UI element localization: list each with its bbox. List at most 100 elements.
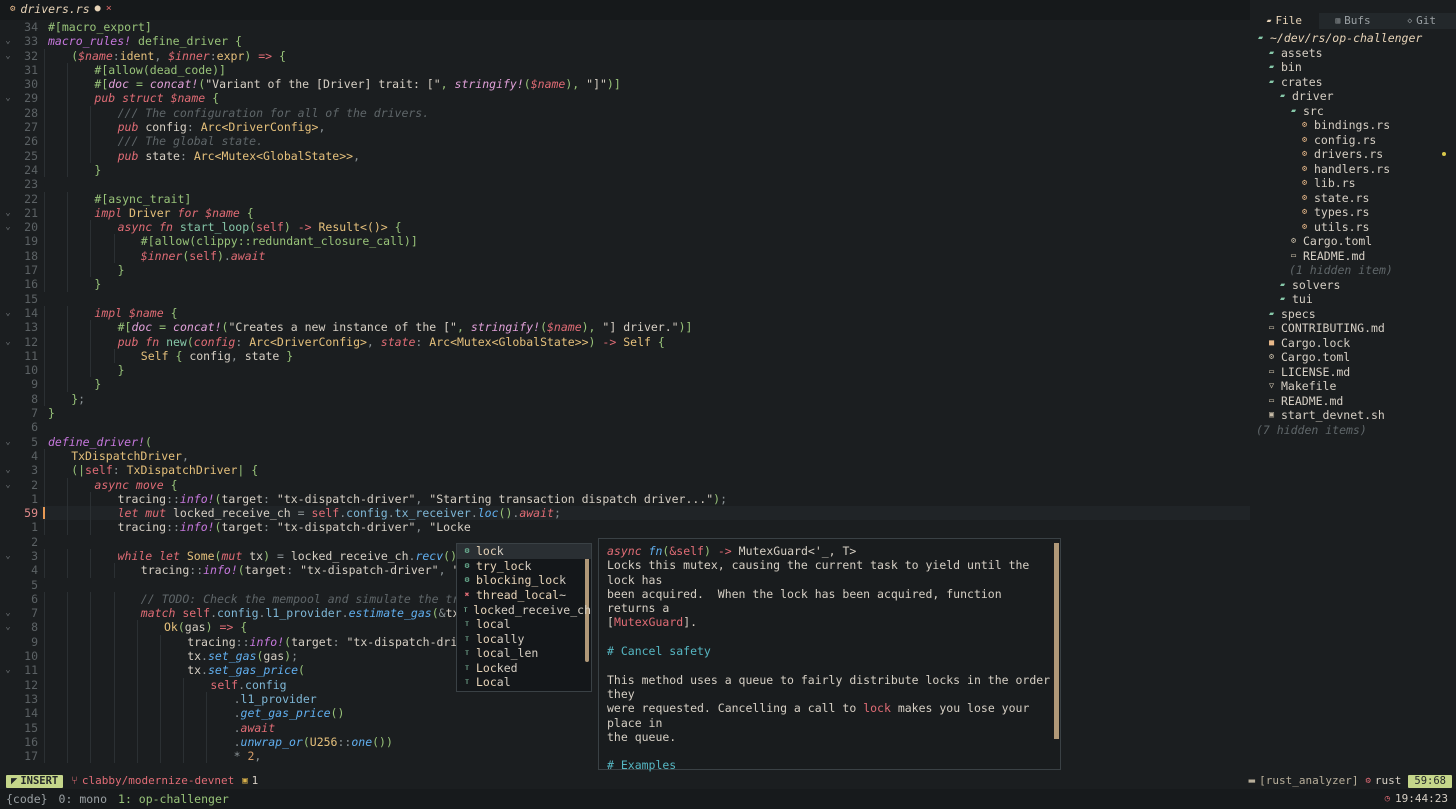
code-line[interactable]: 18 $inner(self).await xyxy=(0,248,1250,264)
file-tree-item[interactable]: ▣ start_devnet.sh xyxy=(1250,408,1456,423)
completion-item[interactable]: ᴛ Locked xyxy=(457,661,591,676)
code-line[interactable]: 27 pub config: Arc<DriverConfig>, xyxy=(0,120,1250,135)
code-line[interactable]: 31 #[allow(dead_code)] xyxy=(0,62,1250,78)
file-tree-item[interactable]: ⚙ types.rs xyxy=(1250,205,1456,220)
code-line[interactable]: 25 pub state: Arc<Mutex<GlobalState>>, xyxy=(0,148,1250,163)
code-line[interactable]: 24} xyxy=(0,162,1250,178)
code-line[interactable]: 19 #[allow(clippy::redundant_closure_call… xyxy=(0,234,1250,249)
code-line[interactable]: 22 #[async_trait] xyxy=(0,191,1250,206)
completion-item[interactable]: ᴛ local xyxy=(457,617,591,632)
code-line[interactable]: 11 Self { config, state } xyxy=(0,348,1250,364)
completion-kind-icon: ᴛ xyxy=(463,604,469,614)
line-content: /// The configuration for all of the dri… xyxy=(117,105,430,120)
explorer-tabs[interactable]: ▰ File ▥ Bufs ◇ Git xyxy=(1250,13,1456,29)
indent-guide xyxy=(67,191,69,206)
completion-item[interactable]: ✖ thread_local~ xyxy=(457,588,591,603)
completion-item[interactable]: ⚙ blocking_lock xyxy=(457,573,591,588)
indent-guide xyxy=(44,305,45,321)
file-explorer[interactable]: ▰ File ▥ Bufs ◇ Git ▰ ~/dev/rs/op-challenger ▰ a… xyxy=(1250,0,1456,773)
code-line[interactable]: ⌄ 2 async move { xyxy=(0,477,1250,492)
code-line[interactable]: 17} xyxy=(0,263,1250,278)
code-line[interactable]: 8}; xyxy=(0,391,1250,407)
tmux-window-1[interactable]: 1: op-challenger xyxy=(118,792,229,806)
code-line[interactable]: 10} xyxy=(0,363,1250,378)
close-icon[interactable]: × xyxy=(106,2,112,16)
code-line[interactable]: 1 tracing::info!(target: "tx-dispatch-dri… xyxy=(0,491,1250,507)
indent-guide xyxy=(90,663,92,678)
explorer-tab-bufs[interactable]: ▥ Bufs xyxy=(1318,13,1388,29)
completion-item[interactable]: ⚙ try_lock xyxy=(457,559,591,574)
code-line[interactable]: 26 /// The global state. xyxy=(0,134,1250,149)
code-line[interactable]: 1 tracing::info!(target: "tx-dispatch-dri… xyxy=(0,520,1250,535)
code-line[interactable]: ⌄ 3 (|self: TxDispatchDriver| { xyxy=(0,463,1250,478)
file-tree-item[interactable]: ▰ bin xyxy=(1250,60,1456,75)
file-tree-item[interactable]: ■ Cargo.lock xyxy=(1250,336,1456,351)
code-line[interactable]: 9} xyxy=(0,377,1250,392)
file-tree-item[interactable]: ▭ README.md xyxy=(1250,394,1456,409)
file-tree-item[interactable]: ⚙ Cargo.toml xyxy=(1250,234,1456,249)
doc-line xyxy=(607,744,1052,758)
code-line[interactable]: 23 xyxy=(0,177,1250,191)
file-tree-item[interactable]: ▰ crates xyxy=(1250,75,1456,90)
code-line[interactable]: 6 xyxy=(0,420,1250,434)
file-tree-item[interactable]: ⚙ bindings.rs xyxy=(1250,118,1456,133)
file-tree-item[interactable]: ⚙ utils.rs xyxy=(1250,220,1456,235)
file-tree-item[interactable]: ⚙ config.rs xyxy=(1250,133,1456,148)
line-content: pub struct $name { xyxy=(94,91,220,106)
code-line[interactable]: 15 xyxy=(0,292,1250,306)
completion-kind-icon: ᴛ xyxy=(464,677,470,687)
code-line[interactable]: 13 #[doc = concat!("Creates a new instanc… xyxy=(0,320,1250,335)
file-tree-item[interactable]: ⚙ lib.rs xyxy=(1250,176,1456,191)
file-tree-item[interactable]: ▰ src xyxy=(1250,104,1456,119)
code-line[interactable]: 7} xyxy=(0,406,1250,420)
file-tree-item[interactable]: ⚙ Cargo.toml xyxy=(1250,350,1456,365)
file-tree-item[interactable]: ⚙ drivers.rs xyxy=(1250,147,1456,162)
completion-item[interactable]: ᴛ local_len xyxy=(457,646,591,661)
explorer-tab-git[interactable]: ◇ Git xyxy=(1387,13,1456,29)
code-line[interactable]: ⌄ 21 impl Driver for $name { xyxy=(0,205,1250,221)
code-line[interactable]: 28 /// The configuration for all of the d… xyxy=(0,105,1250,121)
line-content: let mut locked_receive_ch = self.config.… xyxy=(117,506,561,521)
code-line[interactable]: 30 #[doc = concat!("Variant of the [Drive… xyxy=(0,77,1250,92)
explorer-tab-file[interactable]: ▰ File xyxy=(1250,13,1319,29)
file-tree-item[interactable]: ▭ LICENSE.md xyxy=(1250,365,1456,380)
code-line[interactable]: 34 #[macro_export] xyxy=(0,20,1250,34)
indent-guide xyxy=(90,520,92,535)
line-number: 21 xyxy=(24,205,38,220)
file-tree-item[interactable]: ▽ Makefile xyxy=(1250,379,1456,394)
code-line[interactable]: ⌄ 33 macro_rules! define_driver { xyxy=(0,34,1250,48)
completion-item[interactable]: ⚙ lock xyxy=(457,544,591,559)
code-line[interactable]: ⌄ 32 ($name:ident, $inner:expr) => { xyxy=(0,48,1250,63)
file-tree-item[interactable]: ⚙ state.rs xyxy=(1250,191,1456,206)
code-line[interactable]: 59 let mut locked_receive_ch = self.confi… xyxy=(0,506,1250,521)
completion-popup[interactable]: ⚙ lock ⚙ try_lock ⚙ blocking_lock ✖ thread_loca… xyxy=(456,543,592,692)
file-tree-item[interactable]: ▰ specs xyxy=(1250,307,1456,322)
file-tree-item[interactable]: ▰ solvers xyxy=(1250,278,1456,293)
completion-item[interactable]: ᴛ Local xyxy=(457,675,591,690)
file-tree-item[interactable]: ▰ tui xyxy=(1250,292,1456,307)
indent-guide xyxy=(90,706,92,721)
code-line[interactable]: 16} xyxy=(0,277,1250,292)
file-tree-item[interactable]: ⚙ handlers.rs xyxy=(1250,162,1456,177)
git-branch[interactable]: ⑂ clabby/modernize-devnet xyxy=(71,774,234,788)
file-tree-item[interactable]: ▭ README.md xyxy=(1250,249,1456,264)
doc-signature: async fn(&self) -> MutexGuard<'_, T> xyxy=(607,544,857,558)
code-line[interactable]: ⌄ 5 define_driver!( xyxy=(0,435,1250,449)
tab-drivers-rs[interactable]: ⚙ drivers.rs ● × xyxy=(10,2,112,16)
line-number: 8 xyxy=(31,391,38,406)
tmux-window-0[interactable]: 0: mono xyxy=(59,792,107,806)
completion-item[interactable]: ᴛ locally xyxy=(457,632,591,647)
code-line[interactable]: ⌄ 29 pub struct $name { xyxy=(0,91,1250,106)
file-tree-item[interactable]: ▰ driver xyxy=(1250,89,1456,104)
file-tree-item[interactable]: ▭ CONTRIBUTING.md xyxy=(1250,321,1456,336)
file-tree-item[interactable]: ▰ ~/dev/rs/op-challenger xyxy=(1250,31,1456,46)
code-line[interactable]: ⌄ 14 impl $name { xyxy=(0,305,1250,321)
diagnostics-count[interactable]: ▣ 1 xyxy=(242,774,258,788)
code-line[interactable]: 4 TxDispatchDriver, xyxy=(0,448,1250,464)
code-line[interactable]: ⌄ 12 pub fn new(config: Arc<DriverConfig>,… xyxy=(0,334,1250,349)
code-line[interactable]: ⌄ 20 async fn start_loop(self) -> Result<(… xyxy=(0,220,1250,235)
completion-item[interactable]: ᴛ locked_receive_ch xyxy=(457,602,591,617)
indent-guide xyxy=(206,720,208,735)
documentation-scrollbar[interactable] xyxy=(1054,543,1059,739)
file-tree-item[interactable]: ▰ assets xyxy=(1250,46,1456,61)
